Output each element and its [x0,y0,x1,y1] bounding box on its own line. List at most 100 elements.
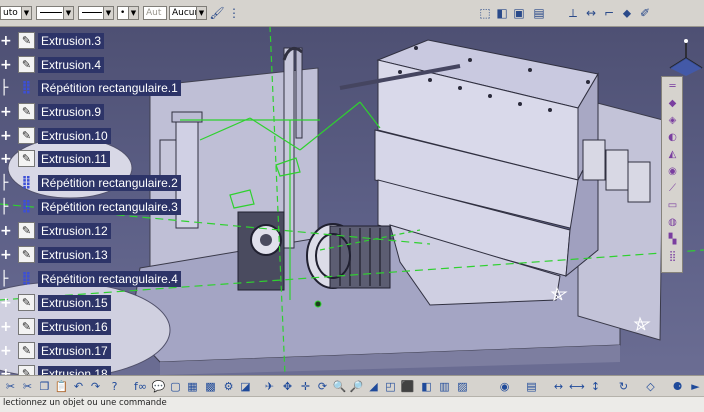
cut-plane-icon[interactable]: ◇ [643,379,658,394]
tree-item-label[interactable]: Extrusion.9 [38,104,105,120]
compass-icon[interactable] [666,38,704,78]
paint-brush-icon[interactable]: 🖌 [209,5,225,21]
normal-view-icon[interactable]: ◢ [366,379,381,394]
comment-icon[interactable]: 💬 [151,379,166,394]
aut-combo[interactable]: Aut [143,6,167,20]
measure-icon[interactable]: ↔ [583,5,599,21]
parameters-icon[interactable]: ⚙ [221,379,236,394]
chevron-down-icon[interactable]: ▼ [128,7,138,19]
stiffener-icon[interactable]: ▚ [665,233,680,247]
update-icon[interactable]: ↻ [616,379,631,394]
tree-expand-icon[interactable]: + [0,340,14,362]
undo-icon[interactable]: ↶ [71,379,86,394]
tree-item-label[interactable]: Extrusion.3 [38,33,105,49]
slot-icon[interactable]: ▭ [665,199,680,213]
table-icon[interactable]: ▦ [185,379,200,394]
layer-combo[interactable]: Aucun ▼ [169,6,207,20]
sketch-icon[interactable]: ✐ [637,5,653,21]
measure-item-icon[interactable]: ⟷ [569,379,585,394]
tree-item-label[interactable]: Extrusion.12 [38,223,111,239]
catalog-icon[interactable]: ▩ [203,379,218,394]
extrusion-icon: ✎ [18,318,35,335]
view-cube-icon[interactable]: ⬚ [477,5,493,21]
new-icon[interactable]: ✂ [3,379,18,394]
plane-icon[interactable]: ⬥ [619,5,635,21]
tree-item-label[interactable]: Répétition rectangulaire.1 [38,80,181,96]
tree-item-label[interactable]: Extrusion.18 [38,366,111,375]
status-prompt: lectionnez un objet ou une commande [3,398,167,408]
cut-icon[interactable]: ✂ [20,379,35,394]
tree-expand-icon[interactable]: + [0,125,14,147]
3d-viewport[interactable]: + ✎ Extrusion.3 + ✎ Extrusion.4 ├ ⣿ Répé… [0,26,704,375]
nav-next-icon[interactable]: ► [688,379,703,394]
tree-item-label[interactable]: Extrusion.10 [38,128,111,144]
tree-item-label[interactable]: Extrusion.15 [38,295,111,311]
redo-icon[interactable]: ↷ [88,379,103,394]
measure-between-icon[interactable]: ↔ [551,379,566,394]
tree-item-label[interactable]: Extrusion.16 [38,319,111,335]
toolbar-grip-icon: ═ [669,81,676,92]
style-combo[interactable]: uto ▼ [0,6,32,20]
tree-expand-icon[interactable]: + [0,30,14,52]
pan-icon[interactable]: ✛ [298,379,313,394]
paste-icon[interactable]: 📋 [54,379,69,394]
iso-view-icon[interactable]: ⬛ [400,379,415,394]
view-iso-icon[interactable]: ◧ [494,5,510,21]
rotate-icon[interactable]: ⟳ [315,379,330,394]
tree-expand-icon[interactable]: + [0,292,14,314]
line-type-combo[interactable]: ▼ [36,6,74,20]
hide-show-icon[interactable]: ▥ [437,379,452,394]
vertical-pipe [283,47,295,249]
knowledge-icon[interactable]: ▢ [168,379,183,394]
tree-item-label[interactable]: Répétition rectangulaire.3 [38,199,181,215]
tree-item-label[interactable]: Extrusion.13 [38,247,111,263]
pocket-icon[interactable]: ◈ [665,114,680,128]
shaft-icon[interactable]: ◐ [665,131,680,145]
pad-icon[interactable]: ◆ [665,97,680,111]
tree-expand-icon[interactable]: + [0,101,14,123]
chevron-down-icon[interactable]: ▼ [63,7,73,19]
fit-all-icon[interactable]: ✥ [280,379,295,394]
tree-item-label[interactable]: Répétition rectangulaire.2 [38,175,181,191]
point-icon[interactable]: ⌐ [601,5,617,21]
swap-icon[interactable]: ▨ [455,379,470,394]
tree-expand-icon[interactable]: + [0,148,14,170]
help-icon[interactable]: ? [107,379,122,394]
rib-icon[interactable]: ⟋ [665,182,680,196]
shading-icon[interactable]: ◧ [419,379,434,394]
hole-icon[interactable]: ◉ [665,165,680,179]
fly-icon[interactable]: ✈ [262,379,277,394]
extrusion-icon: ✎ [18,342,35,359]
tree-item-label[interactable]: Extrusion.11 [38,151,110,167]
apply-material-icon[interactable]: ⚈ [670,379,685,394]
tree-expand-icon[interactable]: + [0,244,14,266]
zoom-in-icon[interactable]: 🔍 [332,379,347,394]
line-weight-combo[interactable]: ▼ [78,6,114,20]
tree-item-label[interactable]: Extrusion.17 [38,343,111,359]
tree-expand-icon[interactable]: + [0,220,14,242]
tree-item-label[interactable]: Extrusion.4 [38,57,105,73]
inertia-icon[interactable]: ↕ [588,379,603,394]
copy-icon[interactable]: ❐ [37,379,52,394]
loft-icon[interactable]: ◍ [665,216,680,230]
pattern-icon[interactable]: ⣿ [665,250,680,264]
point-combo[interactable]: • ▼ [117,6,139,20]
instrument-3 [627,161,651,203]
tree-expand-icon[interactable]: + [0,363,14,375]
axis-system-icon[interactable]: ⟂ [565,5,581,21]
law-icon[interactable]: ◪ [238,379,253,394]
chevron-down-icon[interactable]: ▼ [103,7,113,19]
multi-view-icon[interactable]: ◰ [383,379,398,394]
render-icon[interactable]: ◉ [497,379,512,394]
zoom-out-icon[interactable]: 🔎 [349,379,364,394]
view-front-icon[interactable]: ▣ [511,5,527,21]
material-icon[interactable]: ▤ [524,379,539,394]
tree-item-label[interactable]: Répétition rectangulaire.4 [38,271,181,287]
tree-expand-icon[interactable]: + [0,54,14,76]
chevron-down-icon[interactable]: ▼ [21,7,31,19]
tree-expand-icon[interactable]: + [0,316,14,338]
groove-icon[interactable]: ◭ [665,148,680,162]
view-top-icon[interactable]: ▤ [531,5,547,21]
chevron-down-icon[interactable]: ▼ [196,7,206,19]
formula-icon[interactable]: f∞ [133,379,148,394]
